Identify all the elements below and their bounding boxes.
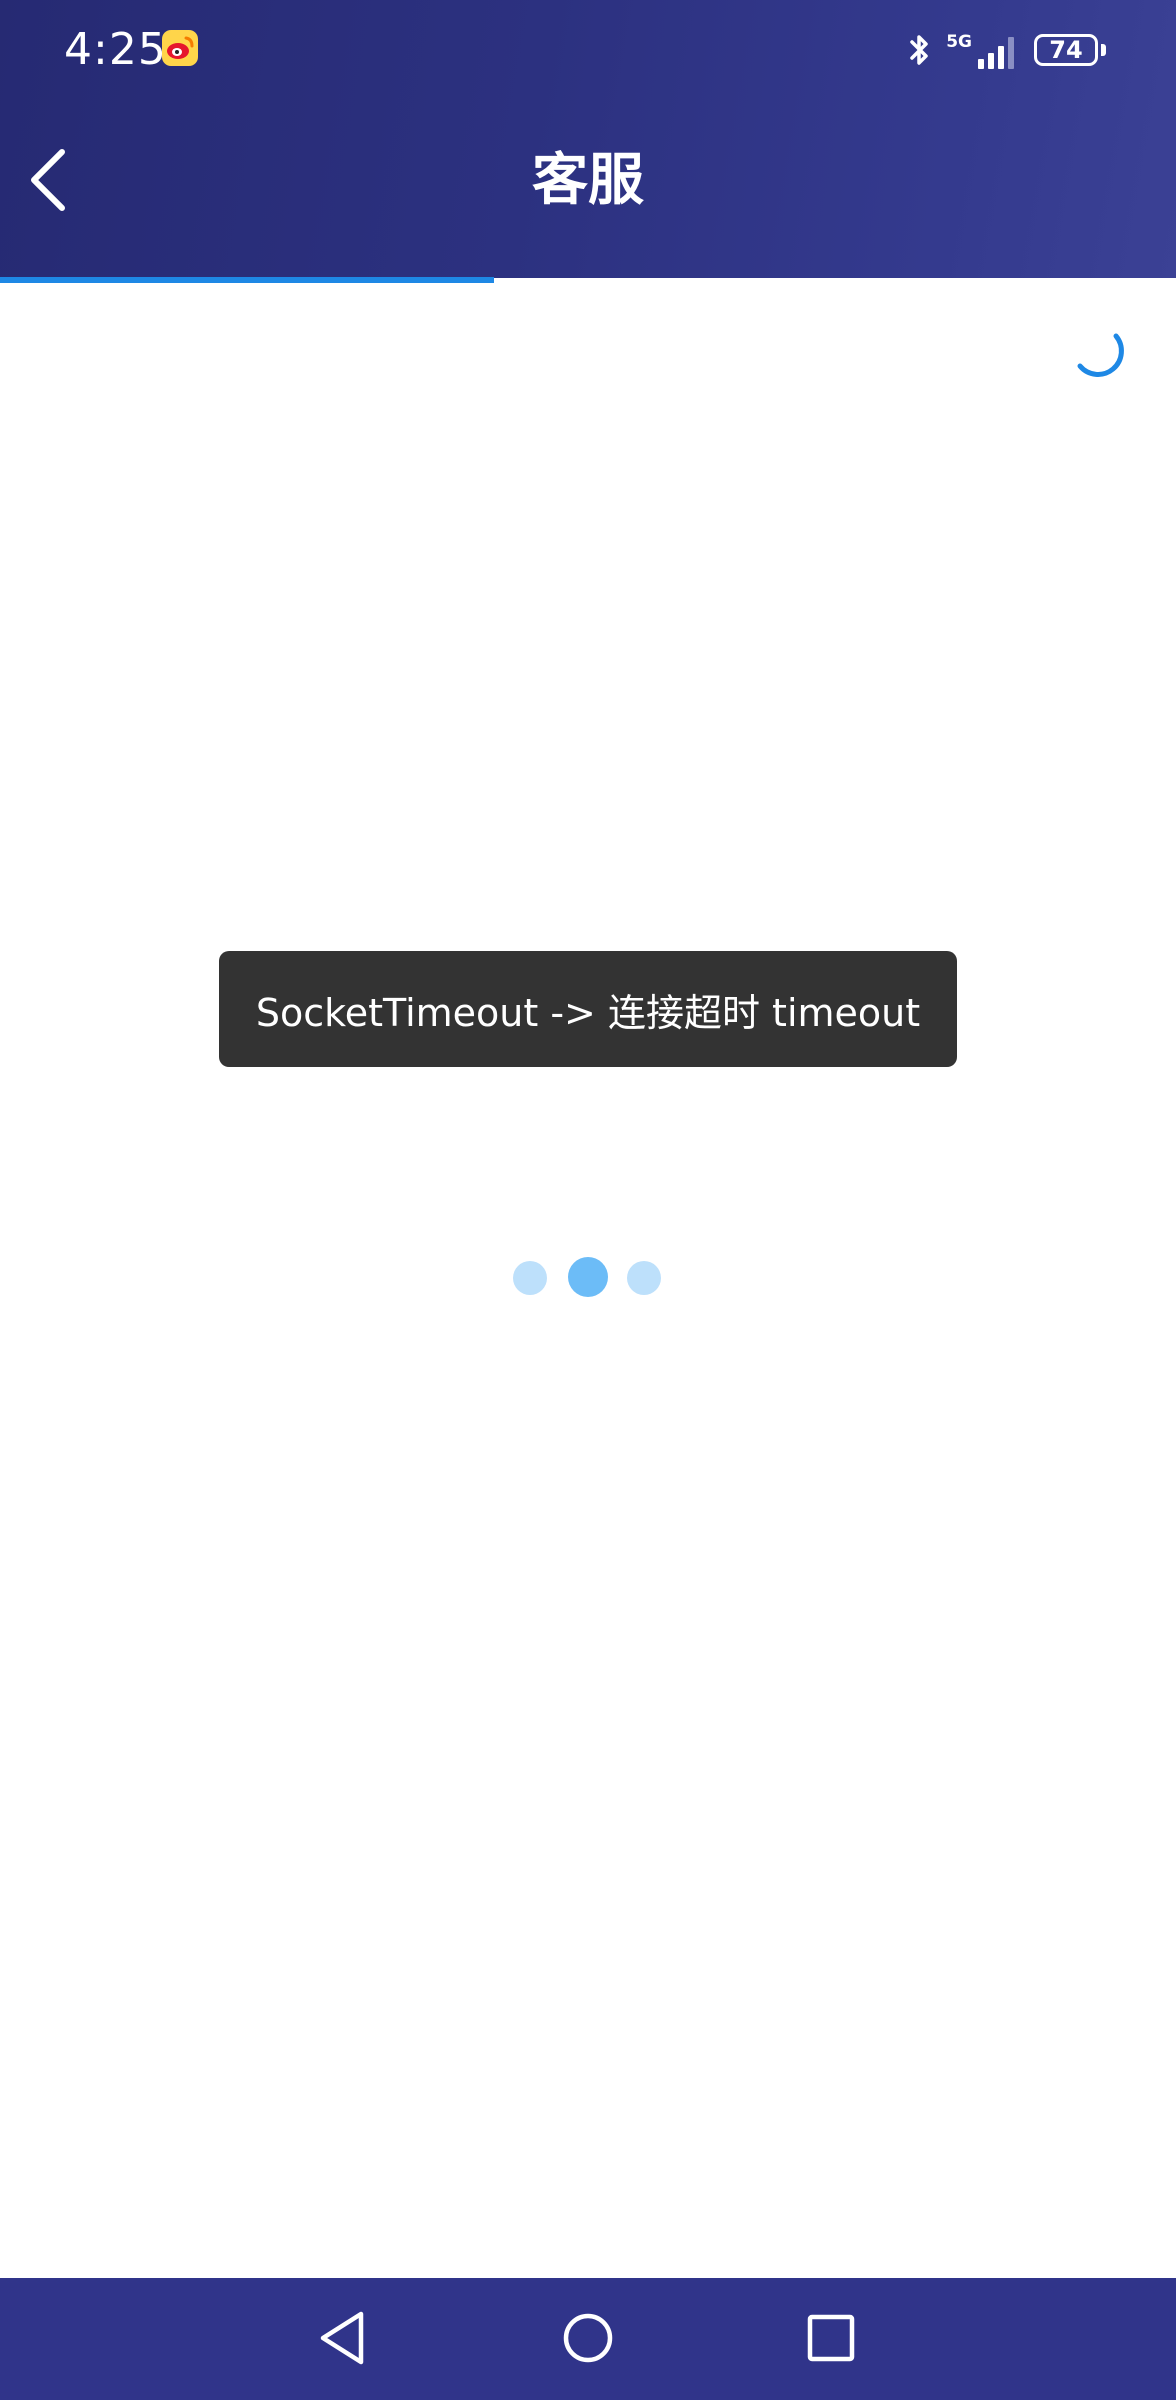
home-circle-icon: [563, 2313, 613, 2363]
status-icons: 5G 74: [904, 28, 1106, 72]
loading-dot: [627, 1261, 661, 1295]
bluetooth-icon: [910, 35, 928, 65]
loading-dots: [508, 1254, 668, 1297]
weibo-icon: [162, 30, 198, 66]
status-bar: 4:25 5G 74: [0, 0, 1176, 100]
battery-icon: 74: [1034, 34, 1098, 66]
system-nav-bar: [0, 2278, 1176, 2400]
error-toast: SocketTimeout -> 连接超时 timeout: [219, 951, 957, 1067]
app-header: 4:25 5G 74 客服: [0, 0, 1176, 278]
page-load-progress-fill: [0, 277, 494, 283]
back-triangle-icon: [320, 2311, 364, 2365]
battery-level: 74: [1049, 36, 1083, 64]
status-time: 4:25: [64, 24, 167, 75]
network-type-label: 5G: [946, 31, 972, 52]
page-load-progress: [0, 277, 1176, 283]
loading-dot-active: [568, 1257, 608, 1297]
signal-icon: [978, 37, 1014, 69]
nav-back-button[interactable]: [303, 2298, 383, 2378]
nav-home-button[interactable]: [548, 2298, 628, 2378]
page-title: 客服: [532, 148, 644, 213]
loading-spinner-icon: [1072, 326, 1132, 386]
battery-tip: [1101, 44, 1106, 56]
toast-message: SocketTimeout -> 连接超时 timeout: [255, 990, 921, 1035]
recents-square-icon: [807, 2314, 855, 2362]
loading-dot: [513, 1261, 547, 1295]
nav-recents-button[interactable]: [791, 2298, 871, 2378]
